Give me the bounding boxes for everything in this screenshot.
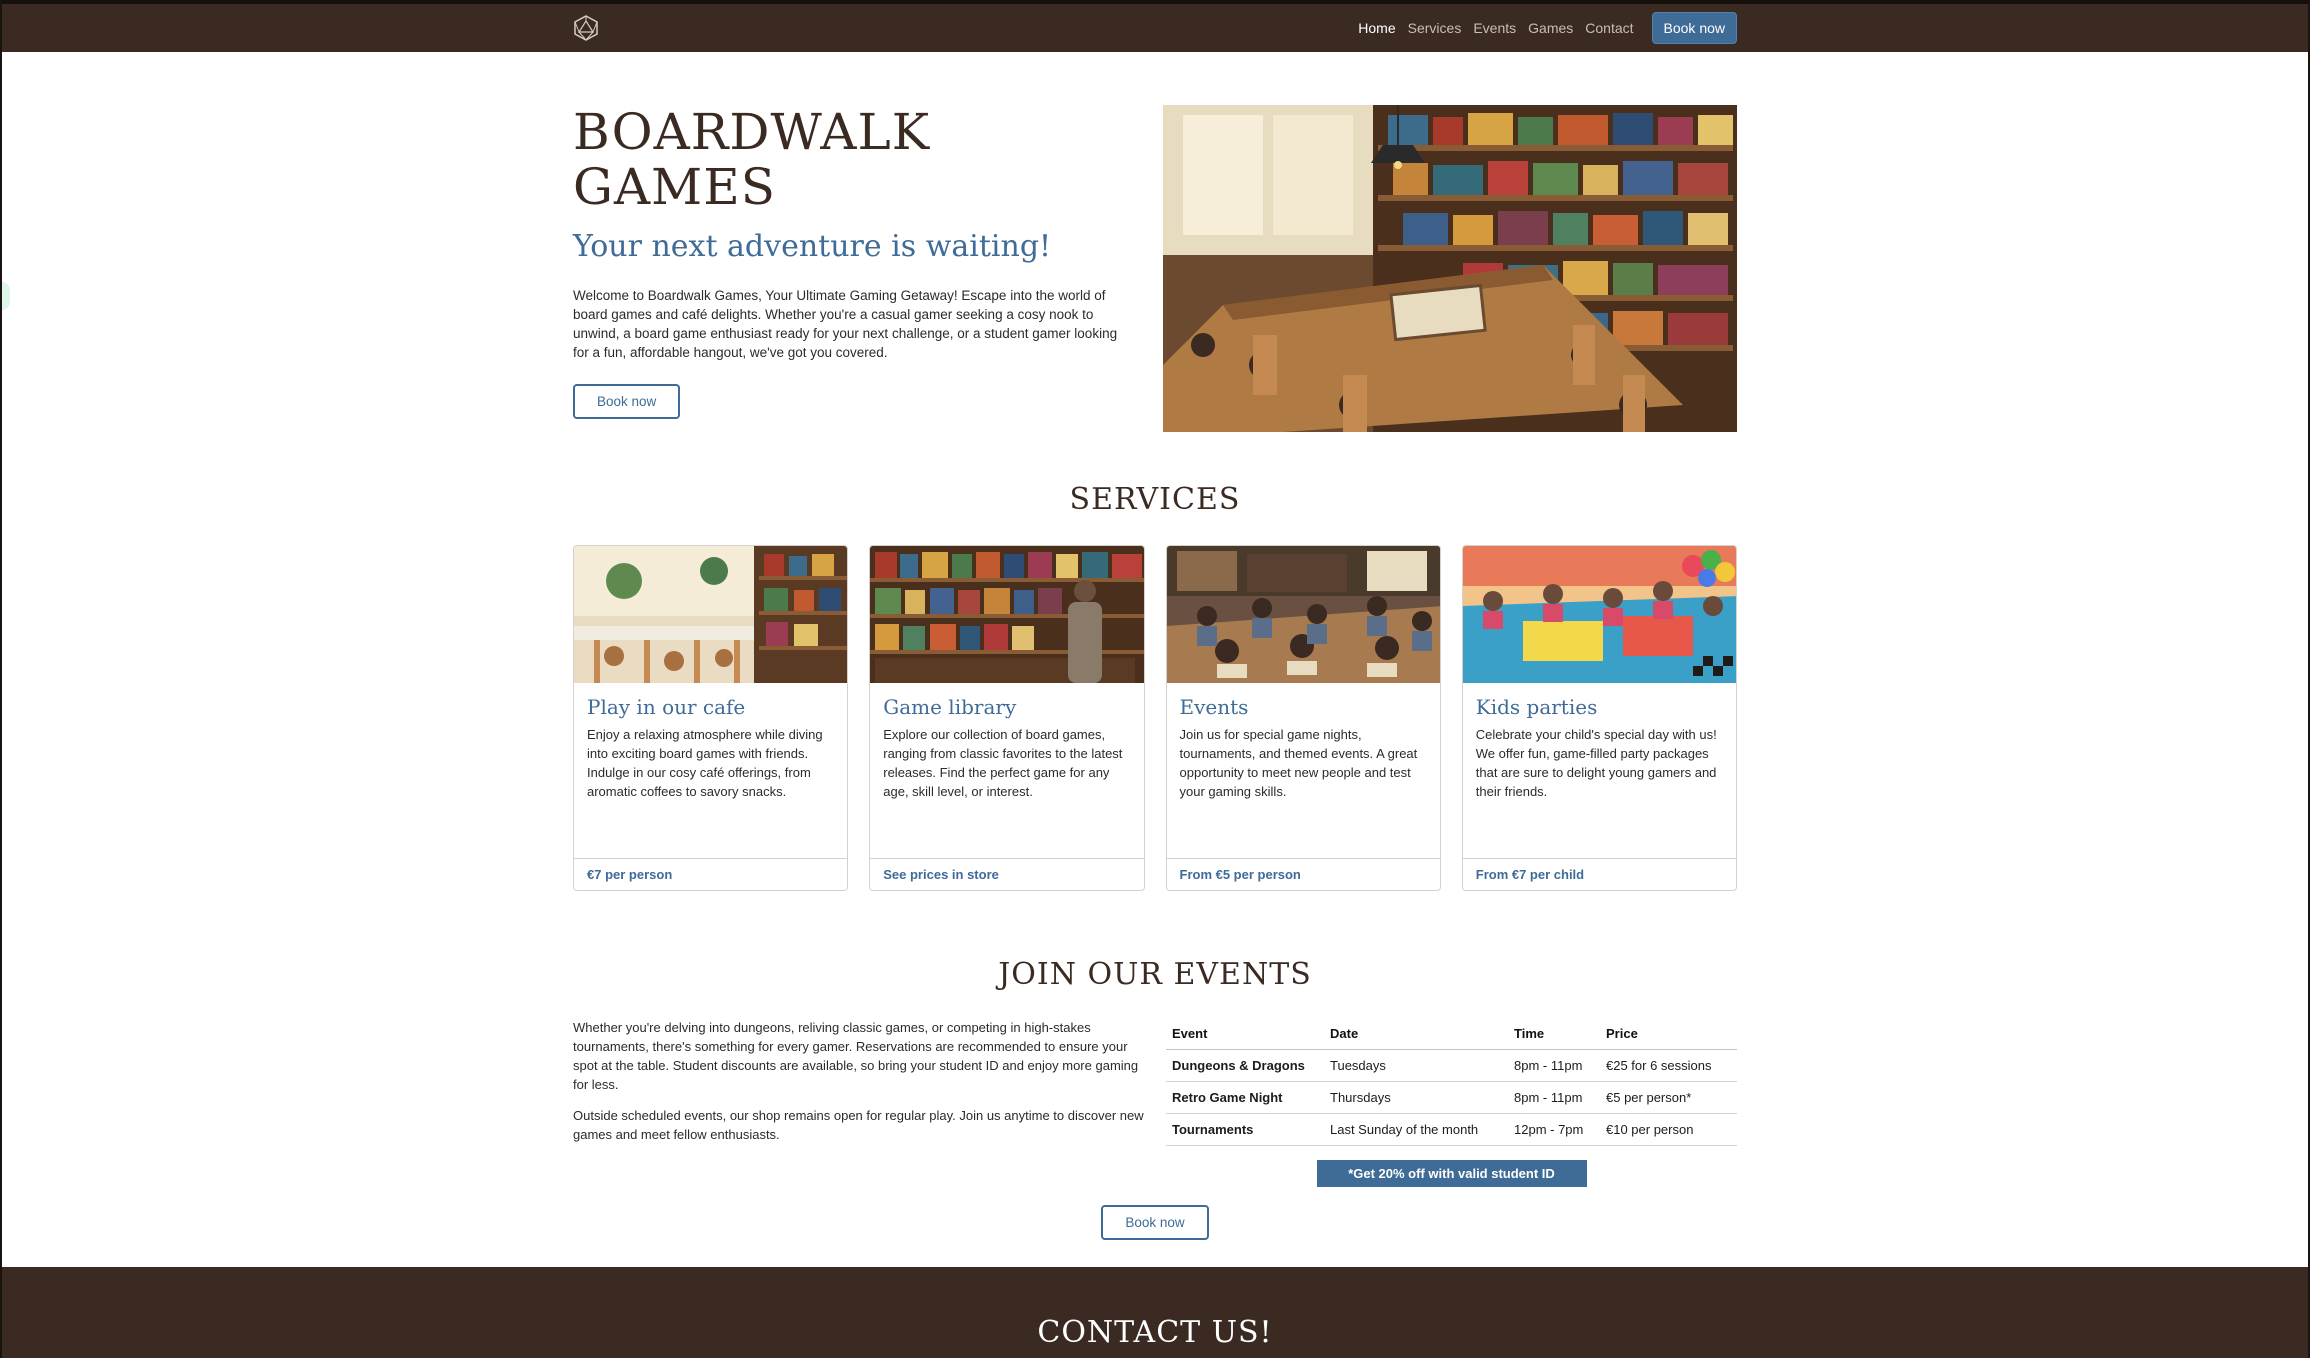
student-discount-badge: *Get 20% off with valid student ID	[1316, 1160, 1587, 1187]
card-text: Join us for special game nights, tournam…	[1179, 727, 1418, 799]
hero-cafe-image	[1163, 105, 1737, 432]
table-row: Tournaments Last Sunday of the month 12p…	[1166, 1113, 1737, 1146]
nav-link-events[interactable]: Events	[1467, 20, 1522, 36]
events-section: JOIN OUR EVENTS Whether you're delving i…	[573, 957, 1737, 1240]
event-date: Tuesdays	[1324, 1049, 1508, 1082]
card-price: From €7 per child	[1462, 858, 1736, 890]
event-price: €25 for 6 sessions	[1600, 1049, 1737, 1082]
card-text: Enjoy a relaxing atmosphere while diving…	[587, 727, 823, 799]
event-time: 12pm - 7pm	[1508, 1113, 1600, 1146]
events-paragraph-2: Outside scheduled events, our shop remai…	[573, 1108, 1144, 1142]
contact-title: CONTACT US!	[1037, 1315, 1273, 1350]
kids-party-image	[1462, 546, 1736, 683]
nav-book-now-button[interactable]: Book now	[1651, 12, 1737, 44]
nav-link-games[interactable]: Games	[1522, 20, 1579, 36]
table-row: Dungeons & Dragons Tuesdays 8pm - 11pm €…	[1166, 1049, 1737, 1082]
hero-book-now-button[interactable]: Book now	[573, 384, 681, 419]
event-name: Retro Game Night	[1166, 1081, 1324, 1114]
card-title: Events	[1179, 695, 1249, 719]
nav-link-contact[interactable]: Contact	[1579, 20, 1639, 36]
event-time: 8pm - 11pm	[1508, 1049, 1600, 1082]
event-date: Last Sunday of the month	[1324, 1113, 1508, 1146]
card-title: Game library	[883, 695, 1017, 719]
nav-link-home[interactable]: Home	[1352, 20, 1401, 36]
contact-section: CONTACT US!	[2, 1267, 2308, 1358]
service-card-cafe[interactable]: Play in our cafe Enjoy a relaxing atmosp…	[573, 545, 849, 891]
col-time: Time	[1508, 1018, 1600, 1050]
cafe-image	[574, 546, 848, 683]
nav-links: Home Services Events Games Contact Book …	[1352, 12, 1737, 44]
event-name: Dungeons & Dragons	[1166, 1049, 1324, 1082]
event-name: Tournaments	[1166, 1113, 1324, 1146]
events-title: JOIN OUR EVENTS	[998, 957, 1312, 992]
card-price: See prices in store	[870, 858, 1144, 890]
table-row: Retro Game Night Thursdays 8pm - 11pm €5…	[1166, 1081, 1737, 1114]
side-scroll-indicator	[2, 282, 10, 310]
service-card-library[interactable]: Game library Explore our collection of b…	[869, 545, 1145, 891]
hero-body: Welcome to Boardwalk Games, Your Ultimat…	[573, 288, 1118, 360]
events-image	[1166, 546, 1440, 683]
col-price: Price	[1600, 1018, 1737, 1050]
d20-dice-icon[interactable]	[573, 15, 599, 41]
col-event: Event	[1166, 1018, 1324, 1050]
event-price: €5 per person*	[1600, 1081, 1737, 1114]
services-title: SERVICES	[1069, 482, 1241, 517]
library-image	[870, 546, 1144, 683]
service-card-kids[interactable]: Kids parties Celebrate your child's spec…	[1461, 545, 1737, 891]
card-text: Explore our collection of board games, r…	[883, 727, 1123, 799]
navbar: Home Services Events Games Contact Book …	[2, 0, 2308, 52]
events-table: Event Date Time Price Dungeons & Dragons…	[1166, 1018, 1737, 1146]
hero-subtitle: Your next adventure is waiting!	[573, 229, 1052, 264]
service-card-events[interactable]: Events Join us for special game nights, …	[1165, 545, 1441, 891]
hero-title: BOARDWALK GAMES	[573, 103, 931, 216]
card-title: Play in our cafe	[587, 695, 746, 719]
event-time: 8pm - 11pm	[1508, 1081, 1600, 1114]
events-book-now-button[interactable]: Book now	[1101, 1205, 1209, 1240]
table-header-row: Event Date Time Price	[1166, 1018, 1737, 1050]
card-price: €7 per person	[574, 858, 848, 890]
services-section: SERVICES Play in our cafe Enjoy a relaxi…	[573, 482, 1737, 891]
event-date: Thursdays	[1324, 1081, 1508, 1114]
card-price: From €5 per person	[1166, 858, 1440, 890]
card-text: Celebrate your child's special day with …	[1475, 727, 1717, 799]
col-date: Date	[1324, 1018, 1508, 1050]
events-description: Whether you're delving into dungeons, re…	[573, 1018, 1144, 1187]
nav-link-services[interactable]: Services	[1402, 20, 1468, 36]
events-paragraph-1: Whether you're delving into dungeons, re…	[573, 1020, 1139, 1092]
hero-section: BOARDWALK GAMES Your next adventure is w…	[573, 105, 1737, 432]
card-title: Kids parties	[1475, 695, 1598, 719]
event-price: €10 per person	[1600, 1113, 1737, 1146]
